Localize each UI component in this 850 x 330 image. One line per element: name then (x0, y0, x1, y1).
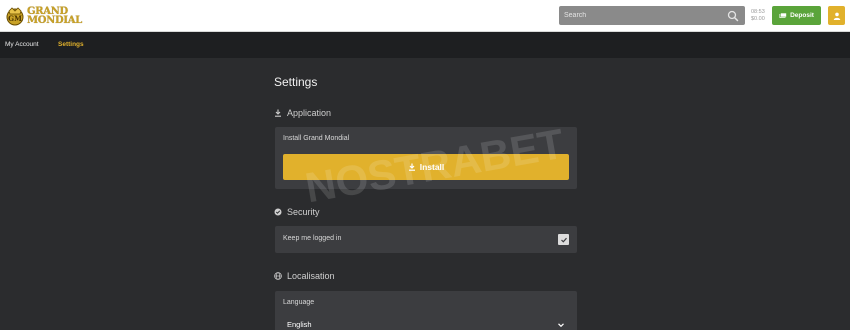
checkmark-icon (560, 237, 567, 243)
cash-icon (779, 12, 787, 18)
account-subnav: My Account Settings (0, 32, 850, 58)
security-card: Keep me logged in (275, 226, 577, 253)
globe-icon (274, 272, 282, 280)
security-heading-text: Security (287, 207, 320, 217)
shield-icon (274, 208, 282, 216)
security-heading: Security (274, 207, 320, 217)
svg-text:GM: GM (8, 14, 22, 23)
balance-line-1: 08:53 (751, 9, 765, 15)
application-heading: Application (274, 108, 331, 118)
account-button[interactable] (828, 6, 845, 25)
install-label: Install Grand Mondial (283, 135, 350, 142)
install-button-label: Install (419, 162, 445, 172)
application-card: Install Grand Mondial Install (275, 127, 577, 189)
deposit-label: Deposit (790, 12, 814, 19)
download-icon (408, 163, 415, 171)
nav-my-account[interactable]: My Account (5, 41, 39, 48)
localisation-heading: Localisation (274, 271, 335, 281)
localisation-heading-text: Localisation (287, 271, 335, 281)
logo-wordmark: GRAND MONDIAL (27, 7, 82, 26)
crest-icon: GM (6, 7, 24, 26)
chevron-down-icon (558, 323, 564, 328)
install-button[interactable]: Install (283, 154, 569, 180)
localisation-card: Language English (275, 291, 577, 330)
application-heading-text: Application (287, 108, 332, 118)
nav-settings[interactable]: Settings (58, 41, 84, 48)
keep-logged-in-checkbox[interactable] (558, 234, 569, 245)
top-header: GM GRAND MONDIAL 08:53 $0.00 Deposit (0, 0, 850, 32)
language-label: Language (283, 299, 315, 306)
keep-logged-in-label: Keep me logged in (283, 235, 342, 242)
language-select[interactable]: English (275, 313, 577, 330)
language-select-value: English (287, 320, 312, 329)
page-title: Settings (274, 75, 318, 89)
search-box (559, 6, 745, 25)
user-icon (833, 12, 840, 20)
download-icon (275, 109, 281, 117)
deposit-button[interactable]: Deposit (772, 6, 821, 25)
balance-amount: $0.00 (751, 16, 765, 22)
brand-logo[interactable]: GM GRAND MONDIAL (5, 5, 82, 27)
logo-line-2: MONDIAL (27, 15, 82, 26)
search-input[interactable] (559, 6, 726, 25)
search-icon[interactable] (726, 9, 740, 23)
balance-display: 08:53 $0.00 (751, 9, 765, 23)
